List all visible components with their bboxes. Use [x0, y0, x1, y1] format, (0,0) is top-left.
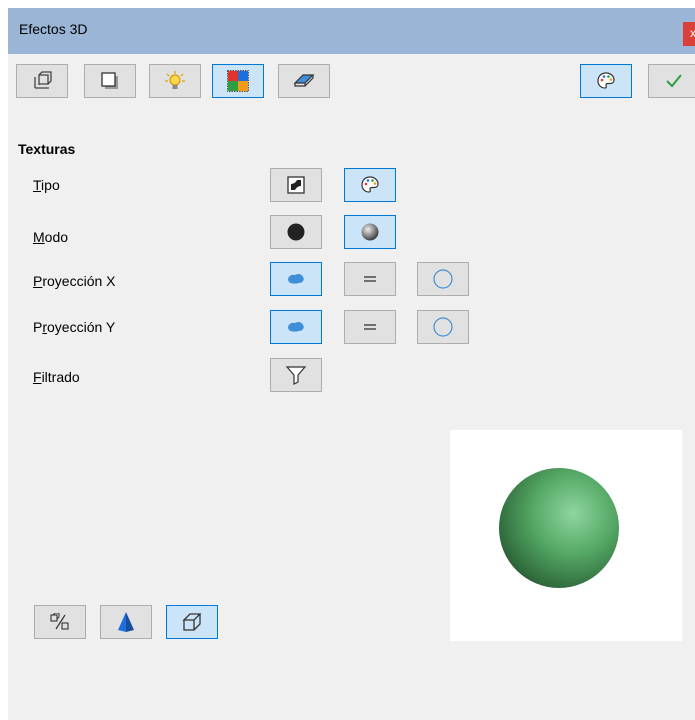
proyeccion-x-label: Proyección X: [33, 273, 116, 289]
circular-icon: [432, 316, 454, 338]
lathe-object-button[interactable]: [166, 605, 218, 639]
perspective-icon: [115, 611, 137, 633]
parallel-icon: [362, 274, 378, 284]
proyeccion-x-circular-button[interactable]: [417, 262, 469, 296]
proyeccion-x-object-button[interactable]: [270, 262, 322, 296]
tipo-black-white-button[interactable]: [270, 168, 322, 202]
lathe-object-icon: [181, 611, 203, 633]
title-bar: Efectos 3D x: [8, 8, 695, 54]
object-specific-icon: [287, 321, 305, 333]
apply-button[interactable]: [648, 64, 695, 98]
shading-button[interactable]: [84, 64, 136, 98]
palette-icon: [596, 71, 616, 91]
modo-modulate-button[interactable]: [344, 215, 396, 249]
material-button[interactable]: [278, 64, 330, 98]
convert-to-3d-icon: [50, 613, 70, 631]
circular-icon: [432, 268, 454, 290]
black-white-icon: [287, 176, 305, 194]
proyeccion-x-parallel-button[interactable]: [344, 262, 396, 296]
filtrado-button[interactable]: [270, 358, 322, 392]
solid-circle-icon: [286, 222, 306, 242]
filtrado-label: Filtrado: [33, 369, 80, 385]
perspective-button[interactable]: [100, 605, 152, 639]
shading-icon: [100, 71, 120, 91]
proyeccion-y-circular-button[interactable]: [417, 310, 469, 344]
geometry-icon: [32, 71, 52, 91]
tipo-color-button[interactable]: [344, 168, 396, 202]
modo-replace-button[interactable]: [270, 215, 322, 249]
modo-label: Modo: [33, 229, 69, 245]
close-button[interactable]: x: [683, 22, 695, 46]
preview-sphere: [499, 468, 619, 588]
shaded-sphere-icon: [360, 222, 380, 242]
parallel-icon: [362, 322, 378, 332]
proyeccion-y-object-button[interactable]: [270, 310, 322, 344]
textures-button[interactable]: [212, 64, 264, 98]
geometry-button[interactable]: [16, 64, 68, 98]
proyeccion-y-parallel-button[interactable]: [344, 310, 396, 344]
preview-area: [450, 430, 682, 641]
assign-button[interactable]: [580, 64, 632, 98]
palette-icon: [360, 175, 380, 195]
tipo-label: Tipo: [33, 177, 60, 193]
illumination-button[interactable]: [149, 64, 201, 98]
checkmark-icon: [664, 72, 684, 90]
convert-to-3d-button[interactable]: [34, 605, 86, 639]
proyeccion-y-label: Proyección Y: [33, 319, 116, 335]
textures-heading: Texturas: [18, 141, 76, 157]
filter-icon: [285, 365, 307, 385]
illumination-icon: [164, 70, 186, 92]
dialog-window: Efectos 3D x Texturas Tipo Modo Proyecci…: [8, 8, 695, 720]
object-specific-icon: [287, 273, 305, 285]
dialog-title: Efectos 3D: [19, 21, 88, 37]
material-icon: [293, 72, 315, 90]
textures-icon: [227, 70, 249, 92]
